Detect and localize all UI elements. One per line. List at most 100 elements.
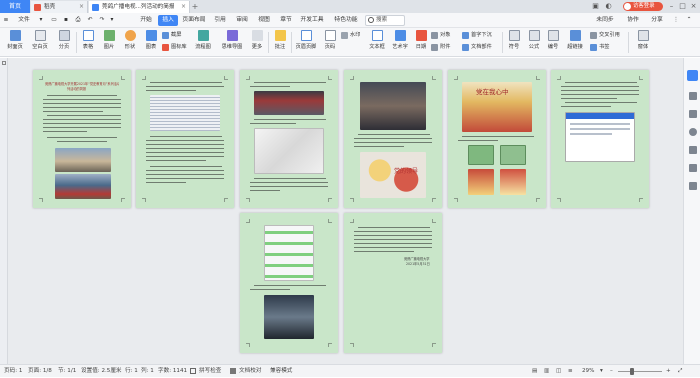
- redo-icon[interactable]: ↷: [97, 15, 107, 26]
- icon-library-button[interactable]: 图标库: [162, 43, 187, 52]
- attachment-button[interactable]: 附件: [431, 43, 450, 52]
- picture-button[interactable]: 图片: [99, 30, 119, 50]
- object-button[interactable]: 对象: [431, 31, 450, 40]
- status-words[interactable]: 字数: 1141: [158, 365, 187, 378]
- menu-review[interactable]: 审阅: [232, 15, 252, 26]
- menu-references[interactable]: 引用: [210, 15, 230, 26]
- zoom-slider[interactable]: [618, 371, 662, 372]
- spell-check-button[interactable]: 拼写检查: [190, 365, 221, 378]
- page-thumbnail-6[interactable]: [551, 70, 649, 208]
- cover-page-button[interactable]: 封面页: [3, 30, 27, 50]
- status-row: 行: 1: [125, 368, 138, 374]
- hamburger-icon[interactable]: ≡: [2, 15, 10, 26]
- page-thumbnail-7[interactable]: [240, 213, 338, 353]
- blank-page-button[interactable]: 空白页: [28, 30, 52, 50]
- layout-icon[interactable]: ▣: [590, 1, 601, 12]
- share-icon[interactable]: [689, 146, 697, 154]
- pointer-icon[interactable]: [689, 92, 697, 100]
- text-line: [458, 140, 498, 141]
- share-button[interactable]: 分享: [646, 15, 668, 26]
- flowchart-button[interactable]: 流程图: [190, 30, 216, 50]
- page-thumbnail-2[interactable]: [136, 70, 234, 208]
- page-thumbnail-3[interactable]: [240, 70, 338, 208]
- status-pages[interactable]: 页面: 1/8: [28, 365, 52, 378]
- location-icon[interactable]: [687, 70, 698, 81]
- document-canvas[interactable]: 莞鸽广播电视大学开展2021年“党史教育月”系列活动的简报 列活动的简报: [8, 58, 683, 364]
- chart-button[interactable]: 图表: [141, 30, 161, 50]
- settings-icon[interactable]: [689, 182, 697, 190]
- page-thumbnail-1[interactable]: 莞鸽广播电视大学开展2021年“党史教育月”系列活动的简报 列活动的简报: [33, 70, 131, 208]
- close-icon[interactable]: ×: [79, 1, 84, 13]
- tab-document[interactable]: 莞鸽广播电视...列活动的简报 ×: [89, 1, 190, 13]
- textbox-button[interactable]: 文本框: [366, 30, 388, 50]
- screenshot-button[interactable]: 截屏: [162, 31, 181, 40]
- save-icon[interactable]: ▪: [61, 15, 71, 26]
- search-input[interactable]: 搜索: [365, 15, 405, 26]
- home-tab[interactable]: 首页: [0, 0, 30, 13]
- drop-cap-button[interactable]: 首字下沉: [462, 31, 492, 40]
- zoom-slider-handle[interactable]: [630, 368, 634, 375]
- shape-button[interactable]: 形状: [120, 30, 140, 50]
- comment-button[interactable]: 批注: [270, 30, 290, 50]
- window-close-icon[interactable]: ×: [688, 1, 699, 12]
- numbering-button[interactable]: 编号: [544, 30, 562, 50]
- document-icon[interactable]: [689, 164, 697, 172]
- page-thumbnail-8[interactable]: 莞鸽广播电视大学 2021年5月31日: [344, 213, 442, 353]
- menu-features[interactable]: 特色功能: [332, 15, 360, 26]
- doc-parts-button[interactable]: 文档部件: [462, 43, 492, 52]
- folder-icon[interactable]: ▭: [49, 15, 59, 26]
- undo-icon[interactable]: ↶: [85, 15, 95, 26]
- chevron-down-icon[interactable]: ▾: [37, 15, 45, 26]
- new-tab-button[interactable]: +: [190, 1, 200, 12]
- zoom-in-icon[interactable]: +: [666, 365, 671, 378]
- mindmap-button[interactable]: 思维导图: [217, 30, 247, 50]
- menu-page-layout[interactable]: 页面布局: [180, 15, 208, 26]
- hyperlink-button[interactable]: 超链接: [563, 30, 587, 50]
- collapse-ribbon-icon[interactable]: ⌃: [684, 15, 694, 26]
- zoom-dropdown-icon[interactable]: ▾: [600, 365, 603, 378]
- edit-icon[interactable]: [689, 110, 697, 118]
- cross-reference-button[interactable]: 交叉引用: [590, 31, 620, 40]
- fit-page-icon[interactable]: ⤢: [678, 365, 682, 378]
- menu-insert[interactable]: 插入: [158, 15, 178, 26]
- page-break-button[interactable]: 分页: [53, 30, 75, 50]
- minimize-icon[interactable]: –: [666, 1, 677, 12]
- formula-button[interactable]: 公式: [525, 30, 543, 50]
- menu-file[interactable]: 文件: [12, 15, 36, 26]
- help-icon[interactable]: [689, 128, 697, 136]
- tab-docer[interactable]: 稻壳 ×: [31, 1, 88, 13]
- zoom-out-icon[interactable]: –: [610, 365, 613, 378]
- proofread-button[interactable]: 文档校对: [230, 365, 261, 378]
- close-icon[interactable]: ×: [181, 1, 186, 13]
- menu-view[interactable]: 视图: [254, 15, 274, 26]
- bookmark-button[interactable]: 书签: [590, 43, 609, 52]
- login-button[interactable]: 访客登录: [623, 2, 663, 11]
- text-line: [47, 115, 121, 116]
- page-thumbnail-4[interactable]: 党的领导: [344, 70, 442, 208]
- more-icon[interactable]: ⋮: [672, 15, 680, 26]
- table-button[interactable]: 表格: [78, 30, 98, 50]
- collab-button[interactable]: 协作: [622, 15, 644, 26]
- zoom-level[interactable]: 29%: [582, 365, 594, 378]
- reading-mode-icon[interactable]: ▥: [544, 365, 549, 378]
- web-mode-icon[interactable]: ◫: [556, 365, 561, 378]
- more-button[interactable]: 更多: [247, 30, 267, 50]
- maximize-icon[interactable]: □: [677, 1, 688, 12]
- symbol-button[interactable]: 符号: [504, 30, 524, 50]
- chevron-down-icon[interactable]: ▾: [108, 15, 116, 26]
- page-thumbnail-5[interactable]: 党在我心中: [448, 70, 546, 208]
- form-button[interactable]: 窗体: [632, 30, 654, 50]
- print-icon[interactable]: ⎙: [73, 15, 83, 26]
- view-mode-icon[interactable]: ▤: [532, 365, 537, 378]
- page-number-button[interactable]: 页码: [320, 30, 340, 50]
- date-button[interactable]: 日期: [412, 30, 430, 50]
- header-footer-button[interactable]: 页眉页脚: [293, 30, 319, 50]
- outline-mode-icon[interactable]: ≡: [568, 365, 573, 378]
- menu-section[interactable]: 章节: [276, 15, 296, 26]
- sync-status[interactable]: 未同步: [590, 15, 620, 26]
- skin-icon[interactable]: ◐: [603, 1, 614, 12]
- watermark-button[interactable]: 水印: [341, 31, 360, 40]
- menu-developer[interactable]: 开发工具: [298, 15, 326, 26]
- wordart-button[interactable]: 艺术字: [389, 30, 411, 50]
- menu-home[interactable]: 开始: [136, 15, 156, 26]
